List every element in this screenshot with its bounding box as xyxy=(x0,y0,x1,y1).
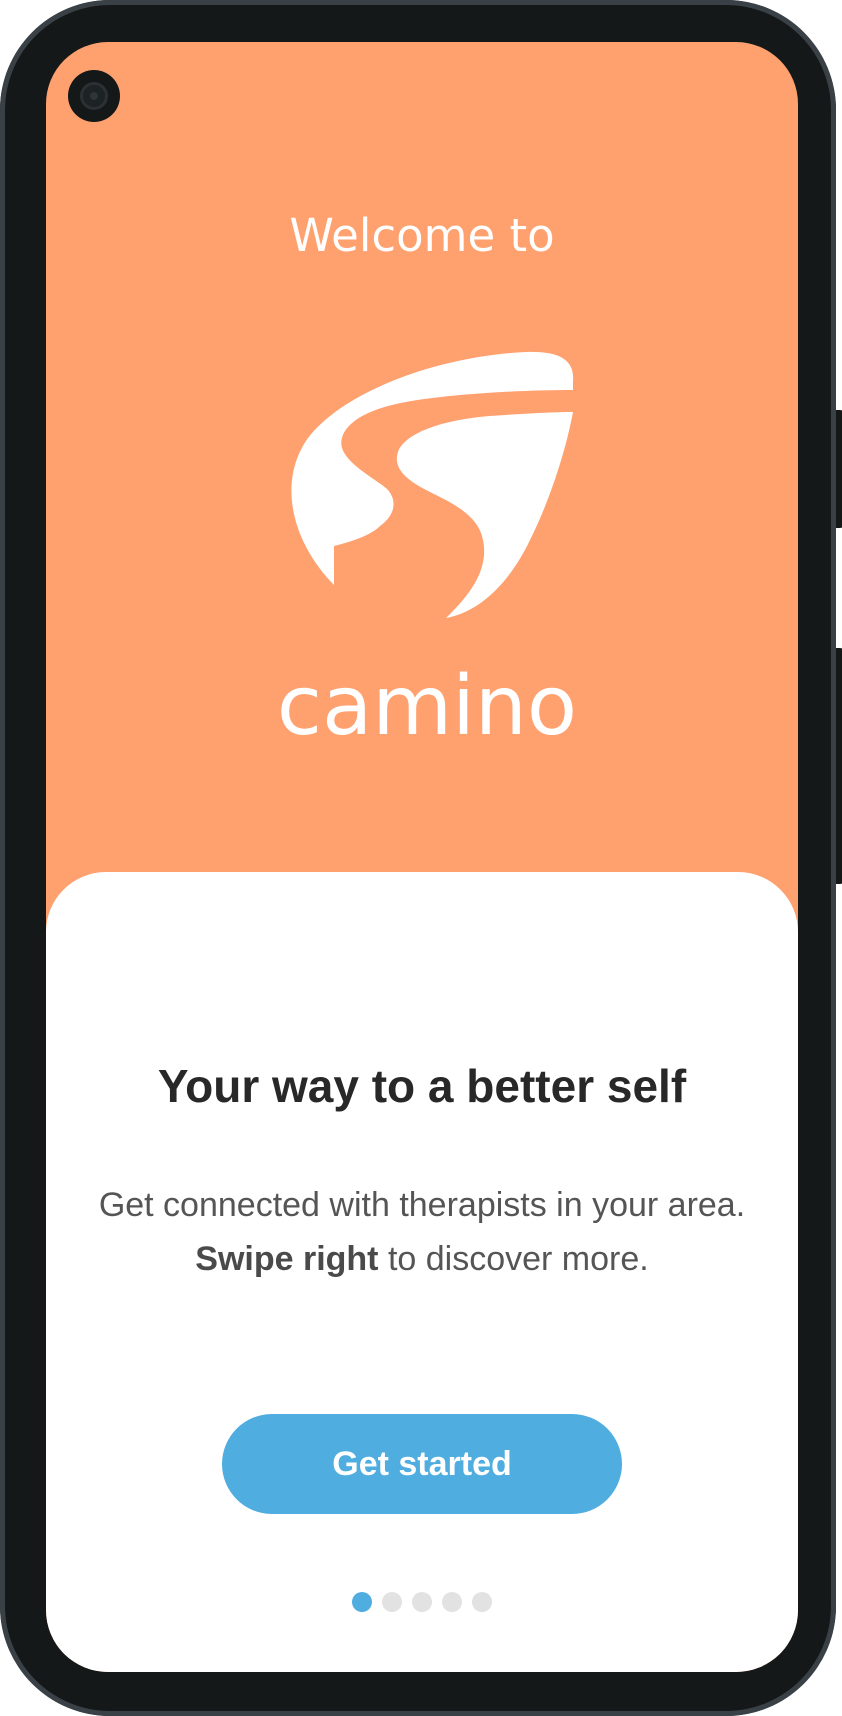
page-dot-2[interactable] xyxy=(382,1592,402,1612)
front-camera-icon xyxy=(68,70,120,122)
camera-glint xyxy=(90,92,98,100)
headline: Your way to a better self xyxy=(157,1060,687,1112)
page-indicator xyxy=(46,1592,798,1614)
volume-button xyxy=(836,410,842,528)
page-dot-3[interactable] xyxy=(412,1592,432,1612)
camino-logo-icon xyxy=(291,351,574,618)
get-started-button[interactable]: Get started xyxy=(222,1414,622,1514)
welcome-text: Welcome to xyxy=(289,209,555,262)
power-button xyxy=(836,648,842,884)
body-text-emphasis: Swipe right xyxy=(195,1240,379,1278)
body-text-outro: to discover more. xyxy=(387,1240,649,1278)
page-dot-5[interactable] xyxy=(472,1592,492,1612)
body-text: Get connected with therapists in your ar… xyxy=(86,1178,758,1286)
page-dot-4[interactable] xyxy=(442,1592,462,1612)
onboarding-card: Your way to a better self Get connected … xyxy=(46,872,798,1672)
page-dot-1[interactable] xyxy=(352,1592,372,1612)
screen: Welcome to camino Your way to a better s… xyxy=(46,42,798,1672)
camino-wordmark: camino xyxy=(277,660,577,754)
body-text-intro: Get connected with therapists in your ar… xyxy=(98,1186,746,1224)
svg-text:camino: camino xyxy=(277,660,577,754)
